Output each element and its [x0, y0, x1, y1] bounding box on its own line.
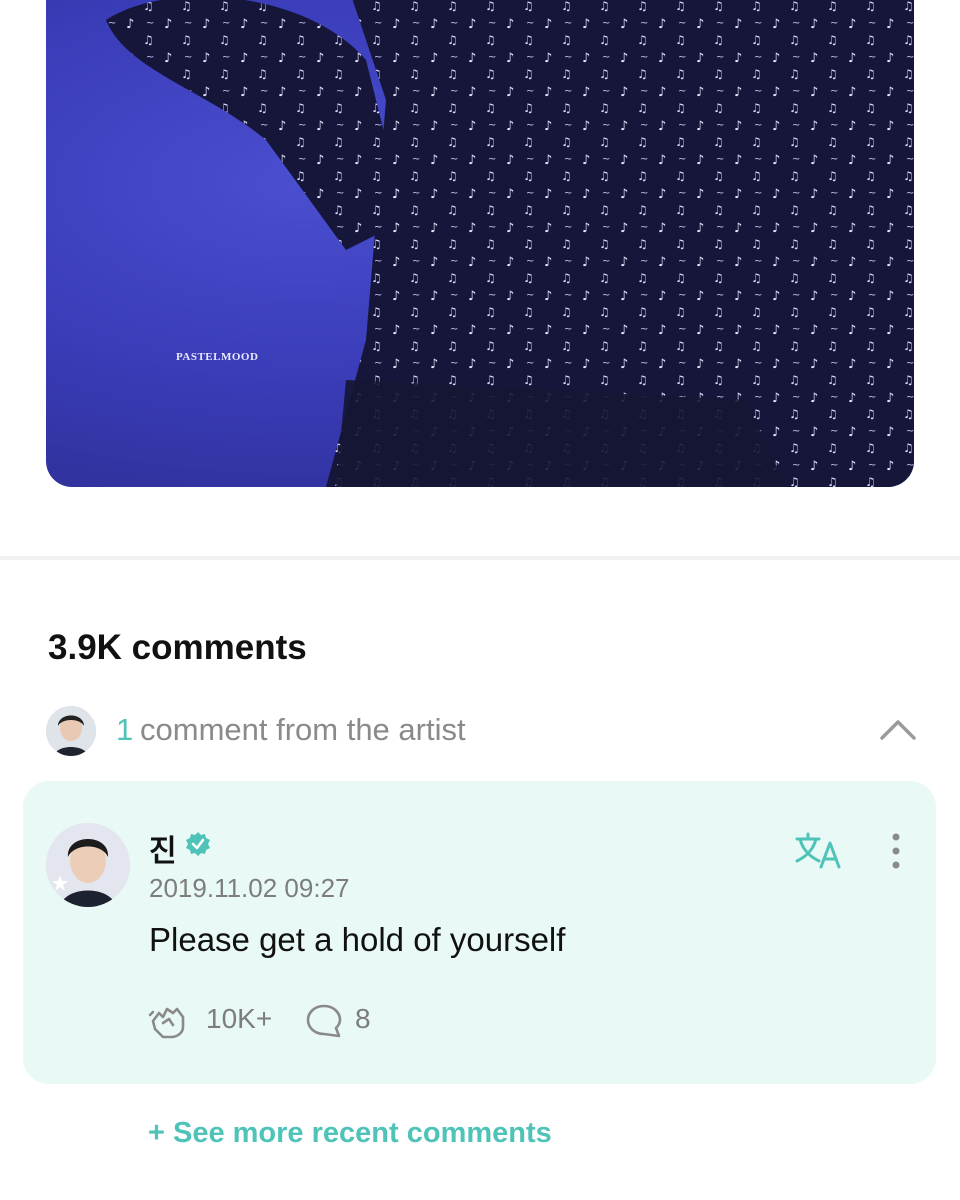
comment-timestamp: 2019.11.02 09:27	[149, 873, 350, 903]
comments-count-title: 3.9K comments	[48, 628, 307, 667]
clap-icon[interactable]	[147, 1003, 191, 1039]
chevron-up-icon[interactable]	[878, 714, 918, 744]
more-vertical-icon[interactable]	[883, 831, 909, 871]
see-more-comments-link[interactable]: + See more recent comments	[148, 1117, 552, 1150]
translate-icon[interactable]	[795, 831, 845, 871]
artist-comment-count: 1	[116, 712, 134, 747]
artist-comment-card: 진 2019.11.02 09:27 Please get a hold of …	[23, 781, 936, 1084]
artist-mini-avatar	[46, 706, 96, 756]
section-divider	[0, 556, 960, 560]
like-count: 10K+	[206, 1003, 273, 1034]
comment-author-name: 진	[149, 835, 177, 868]
artist-avatar[interactable]	[46, 823, 130, 907]
comment-text: Please get a hold of yourself	[149, 921, 566, 958]
photo-watermark: PASTELMOOD	[176, 351, 259, 363]
artist-comment-label: comment from the artist	[140, 712, 466, 747]
post-photo[interactable]: ♪ ♫ ~ PASTELMOOD	[46, 0, 914, 487]
chat-bubble-icon[interactable]	[305, 1003, 343, 1039]
reply-count: 8	[355, 1003, 371, 1034]
artist-comments-toggle[interactable]: 1 comment from the artist	[46, 706, 918, 756]
verified-badge-icon	[186, 832, 210, 856]
